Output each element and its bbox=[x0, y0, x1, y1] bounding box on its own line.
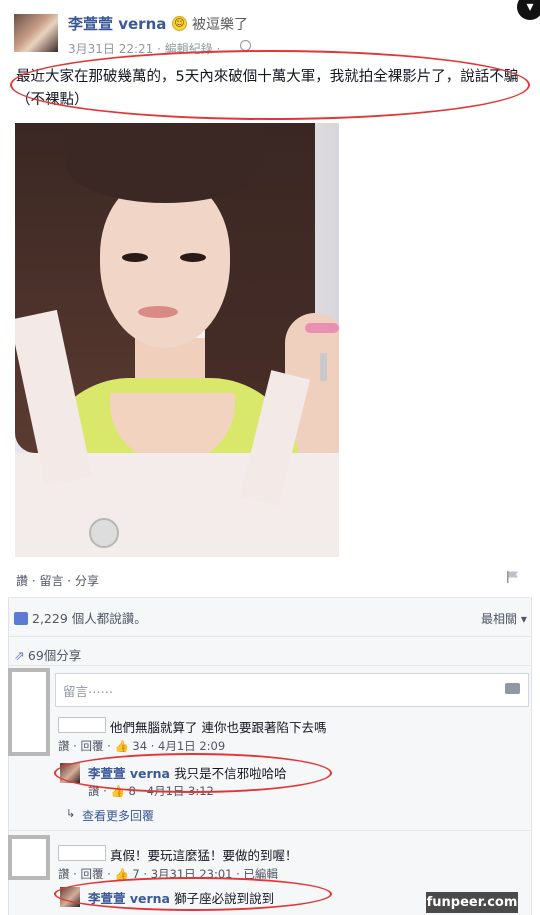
like-link[interactable]: 讚 bbox=[16, 574, 28, 588]
feeling-label: 被逗樂了 bbox=[192, 17, 248, 33]
author-name[interactable]: 李萱萱 verna bbox=[68, 13, 166, 34]
reply-arrow-icon: ↳ bbox=[66, 807, 76, 820]
flag-icon[interactable] bbox=[506, 570, 520, 584]
author-avatar[interactable] bbox=[14, 14, 58, 52]
more-replies-link[interactable]: 查看更多回覆 bbox=[82, 807, 154, 824]
comment-input[interactable] bbox=[55, 673, 529, 707]
comment-like-count[interactable]: 34 bbox=[132, 739, 147, 753]
comment-time[interactable]: · 4月1日 2:09 bbox=[151, 739, 225, 753]
post-photo[interactable] bbox=[15, 123, 339, 557]
highlight-oval bbox=[10, 50, 530, 120]
smiley-icon: ☺ bbox=[172, 16, 187, 31]
like-thumb-icon: 👍 bbox=[114, 739, 129, 753]
comment-text: 真假！要玩這麼猛！要做的到喔！ bbox=[110, 848, 298, 863]
sort-dropdown[interactable]: 最相關 ▾ bbox=[481, 610, 527, 627]
commenter-avatar bbox=[8, 835, 50, 880]
viewer-avatar bbox=[8, 668, 50, 756]
highlight-oval bbox=[54, 877, 332, 911]
divider bbox=[8, 830, 530, 831]
comment-meta: 讚 · 回覆 · 👍 34 · 4月1日 2:09 bbox=[58, 738, 225, 754]
comment-like-reply-link[interactable]: 讚 · 回覆 · bbox=[58, 867, 111, 881]
post-actions: 讚 · 留言 · 分享 bbox=[16, 574, 99, 588]
comment-text: 他們無腦就算了 連你也要跟著陷下去嗎 bbox=[110, 720, 327, 735]
comment-input-placeholder: 留言⋯⋯ bbox=[63, 684, 114, 699]
sort-label: 最相關 bbox=[481, 612, 518, 626]
shares-row[interactable]: ⇗ 69個分享 bbox=[14, 645, 81, 664]
comment-like-reply-link[interactable]: 讚 · 回覆 · bbox=[58, 739, 111, 753]
likes-row[interactable]: 2,229 個人都說讚。 bbox=[14, 608, 147, 627]
highlight-oval bbox=[54, 753, 332, 793]
share-link[interactable]: 分享 bbox=[75, 574, 99, 588]
like-thumb-icon bbox=[14, 612, 28, 625]
redacted-name bbox=[58, 717, 106, 733]
comment-link[interactable]: 留言 bbox=[39, 574, 63, 588]
shares-count[interactable]: 69個分享 bbox=[28, 648, 81, 663]
likes-count[interactable]: 2,229 個人都說讚。 bbox=[32, 611, 147, 626]
camera-icon[interactable] bbox=[505, 683, 520, 694]
divider bbox=[8, 597, 530, 598]
share-icon: ⇗ bbox=[14, 649, 25, 664]
divider bbox=[8, 636, 530, 637]
chevron-down-icon[interactable]: ▾ bbox=[517, 0, 540, 20]
watermark: funpeer.com bbox=[426, 892, 518, 913]
divider bbox=[8, 665, 530, 666]
redacted-name bbox=[58, 845, 106, 861]
